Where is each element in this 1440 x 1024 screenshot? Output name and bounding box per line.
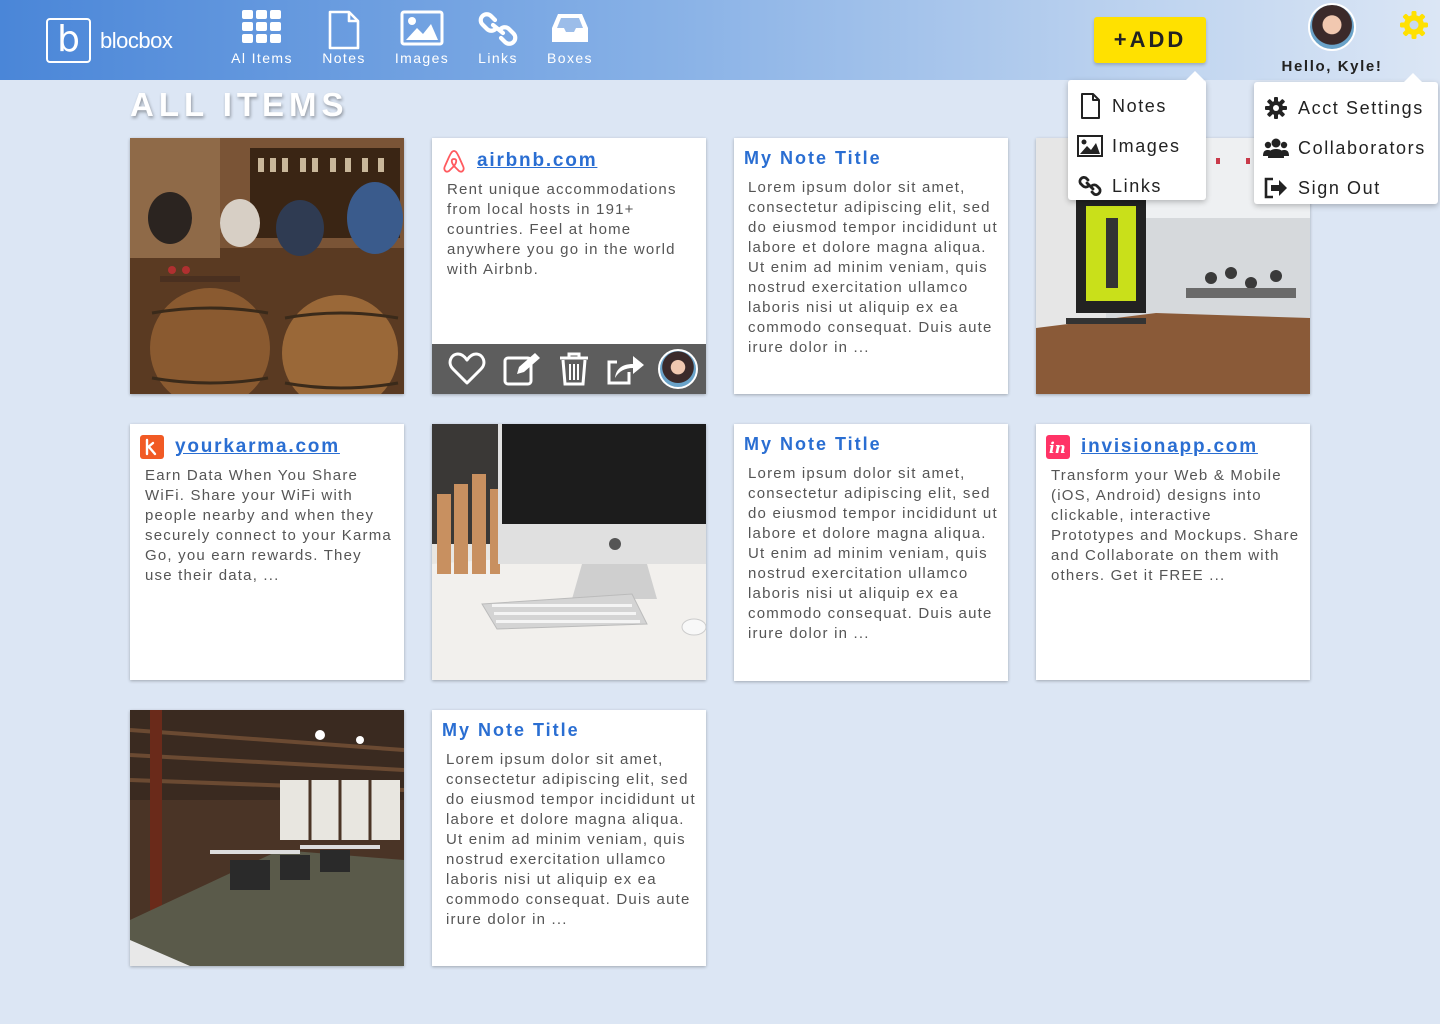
- add-button[interactable]: +ADD: [1094, 17, 1206, 63]
- note-card[interactable]: My Note Title Lorem ipsum dolor sit amet…: [734, 138, 1008, 394]
- link-description: Transform your Web & Mobile (iOS, Androi…: [1051, 467, 1300, 584]
- note-title: My Note Title: [744, 434, 882, 454]
- karma-logo-icon: [140, 435, 164, 459]
- app-name: blocbox: [100, 27, 173, 53]
- nav-links[interactable]: Links: [476, 10, 520, 66]
- edit-icon[interactable]: [503, 352, 541, 386]
- invision-logo-icon: in: [1046, 435, 1070, 459]
- menu-item-label: Links: [1112, 175, 1163, 196]
- sign-out-icon: [1263, 177, 1289, 199]
- nav-label: Al Items: [231, 50, 293, 66]
- top-bar: b blocbox Al Items Notes Images Links Bo…: [0, 0, 1440, 80]
- image-card[interactable]: [130, 710, 404, 966]
- link-card-airbnb[interactable]: airbnb.com Rent unique accommodations fr…: [432, 138, 706, 394]
- nav-notes[interactable]: Notes: [320, 10, 368, 66]
- airbnb-logo-icon: [442, 149, 466, 173]
- link-card-invision[interactable]: in invisionapp.com Transform your Web & …: [1036, 424, 1310, 680]
- svg-text:in: in: [1049, 439, 1066, 457]
- menu-item-label: Notes: [1112, 95, 1168, 116]
- note-title: My Note Title: [744, 148, 882, 168]
- trash-icon[interactable]: [558, 352, 590, 386]
- logo-mark: b: [46, 18, 91, 63]
- desk-photo: [432, 424, 706, 680]
- open-office-photo: [130, 710, 404, 966]
- nav-label: Links: [478, 50, 518, 66]
- add-menu-item-links[interactable]: Links: [1068, 166, 1206, 206]
- image-icon: [1077, 135, 1103, 157]
- nav-boxes[interactable]: Boxes: [544, 10, 596, 66]
- menu-item-label: Images: [1112, 135, 1181, 156]
- link-title[interactable]: invisionapp.com: [1081, 436, 1258, 458]
- nav-images[interactable]: Images: [392, 10, 452, 66]
- avatar[interactable]: [1308, 3, 1356, 51]
- users-icon: [1263, 137, 1289, 159]
- inbox-icon: [552, 14, 588, 42]
- link-card-yourkarma[interactable]: yourkarma.com Earn Data When You Share W…: [130, 424, 404, 680]
- note-body: Lorem ipsum dolor sit amet, consectetur …: [748, 465, 998, 642]
- grid-icon: [242, 10, 281, 43]
- logo[interactable]: b blocbox: [46, 18, 173, 63]
- gear-icon[interactable]: [1398, 9, 1430, 41]
- note-card[interactable]: My Note Title Lorem ipsum dolor sit amet…: [734, 424, 1008, 681]
- gear-icon: [1263, 97, 1289, 119]
- share-icon[interactable]: [607, 352, 645, 386]
- image-card[interactable]: [130, 138, 404, 394]
- menu-item-label: Collaborators: [1298, 137, 1426, 158]
- collaborator-avatar[interactable]: [658, 349, 698, 389]
- page-title: ALL ITEMS: [130, 86, 349, 123]
- image-card[interactable]: [432, 424, 706, 680]
- add-menu-item-images[interactable]: Images: [1068, 126, 1206, 166]
- menu-item-label: Sign Out: [1298, 177, 1381, 198]
- heart-icon[interactable]: [448, 352, 486, 386]
- document-icon: [1077, 93, 1103, 119]
- nav-label: Images: [394, 50, 450, 66]
- note-card[interactable]: My Note Title Lorem ipsum dolor sit amet…: [432, 710, 706, 966]
- card-action-bar: [432, 344, 706, 394]
- nav-label: Boxes: [547, 50, 593, 66]
- note-body: Lorem ipsum dolor sit amet, consectetur …: [446, 751, 696, 928]
- user-menu: Acct Settings Collaborators Sign Out: [1254, 73, 1438, 204]
- add-menu-item-notes[interactable]: Notes: [1068, 86, 1206, 126]
- nav-all-items[interactable]: Al Items: [230, 10, 294, 66]
- user-greeting: Hello, Kyle!: [1281, 58, 1383, 75]
- user-menu-item-sign-out[interactable]: Sign Out: [1254, 168, 1438, 208]
- link-title[interactable]: yourkarma.com: [175, 436, 340, 458]
- link-title[interactable]: airbnb.com: [477, 150, 597, 172]
- link-icon: [478, 12, 518, 46]
- note-body: Lorem ipsum dolor sit amet, consectetur …: [748, 179, 998, 356]
- user-menu-item-acct-settings[interactable]: Acct Settings: [1254, 88, 1438, 128]
- user-menu-item-collaborators[interactable]: Collaborators: [1254, 128, 1438, 168]
- note-title: My Note Title: [442, 720, 580, 740]
- add-menu: Notes Images Links: [1068, 71, 1206, 200]
- nav-label: Notes: [322, 50, 366, 66]
- menu-item-label: Acct Settings: [1298, 97, 1424, 118]
- image-icon: [400, 10, 444, 46]
- link-description: Rent unique accommodations from local ho…: [447, 181, 677, 278]
- document-icon: [328, 10, 360, 50]
- link-icon: [1077, 174, 1103, 198]
- link-description: Earn Data When You Share WiFi. Share you…: [145, 467, 392, 584]
- bar-photo: [130, 138, 404, 394]
